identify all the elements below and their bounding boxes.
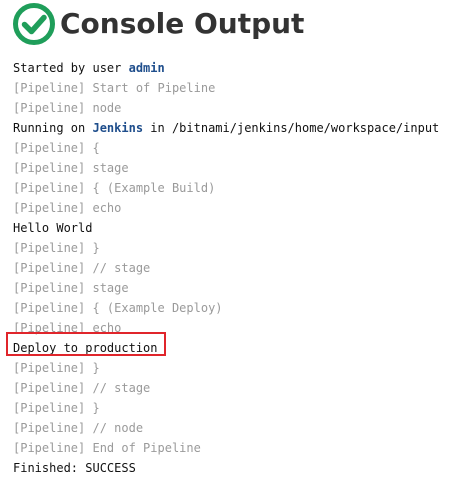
console-line: [Pipeline] node [13, 101, 122, 115]
console-line: [Pipeline] echo [13, 321, 122, 335]
console-line: [Pipeline] stage [13, 161, 129, 175]
console-line: [Pipeline] stage [13, 281, 129, 295]
console-line: [Pipeline] { (Example Deploy) [13, 301, 223, 315]
console-line: [Pipeline] // node [13, 421, 144, 435]
console-line: [Pipeline] } [13, 361, 100, 375]
console-line-started-by: Started by user admin [13, 61, 165, 75]
console-line-echo-output: Hello World [13, 221, 93, 235]
console-line-deploy-output: Deploy to production [13, 341, 158, 355]
console-line: [Pipeline] Start of Pipeline [13, 81, 216, 95]
user-link-admin[interactable]: admin [129, 61, 165, 75]
node-link-jenkins[interactable]: Jenkins [92, 121, 143, 135]
console-line: [Pipeline] } [13, 401, 100, 415]
console-line: [Pipeline] // stage [13, 261, 151, 275]
console-line-finished-status: Finished: SUCCESS [13, 461, 136, 475]
console-line-running-on: Running on Jenkins in /bitnami/jenkins/h… [13, 121, 440, 135]
console-line: [Pipeline] End of Pipeline [13, 441, 201, 455]
console-line: [Pipeline] echo [13, 201, 122, 215]
success-check-icon [13, 3, 55, 45]
console-line: [Pipeline] { (Example Build) [13, 181, 216, 195]
console-line: [Pipeline] } [13, 241, 100, 255]
page-title: Console Output [60, 7, 305, 40]
console-header: Console Output [12, 2, 304, 46]
console-line: [Pipeline] { [13, 141, 100, 155]
console-line: [Pipeline] // stage [13, 381, 151, 395]
console-output: Started by user admin [Pipeline] Start of… [13, 58, 439, 478]
